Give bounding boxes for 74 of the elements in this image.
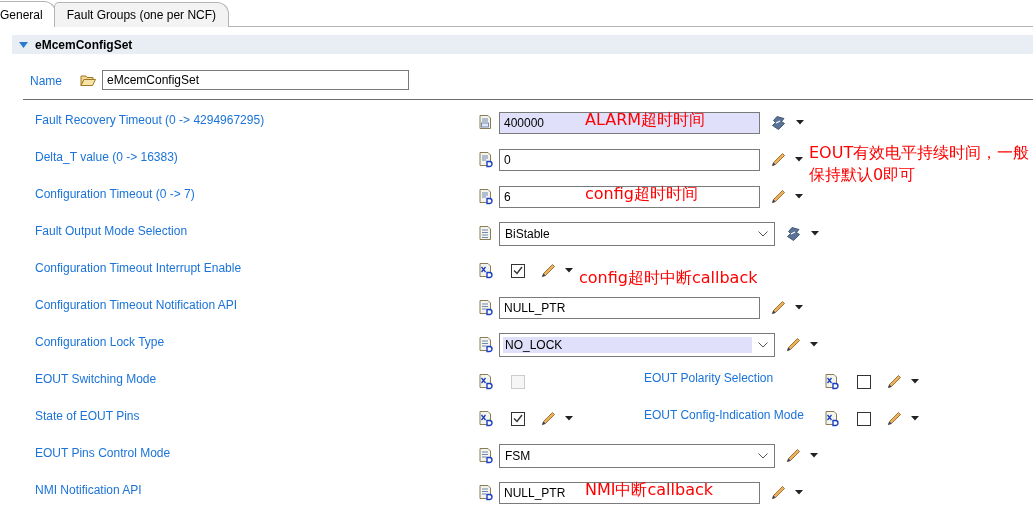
caret-icon[interactable] [911, 416, 919, 421]
parameter-type-icon [477, 262, 493, 279]
field-label: EOUT Switching Mode [35, 371, 158, 386]
parameter-type-icon [477, 299, 493, 316]
checkbox[interactable] [511, 263, 525, 278]
calculate-icon[interactable] [770, 114, 787, 131]
chevron-down-icon[interactable] [758, 452, 768, 459]
caret-icon[interactable] [795, 194, 803, 199]
field-label: NMI Notification API [35, 482, 143, 497]
pencil-icon[interactable] [886, 410, 902, 427]
caret-icon[interactable] [810, 342, 818, 347]
field-label: EOUT Pins Control Mode [35, 445, 172, 460]
field-label: Configuration Timeout Interrupt Enable [35, 260, 243, 275]
field-label: EOUT Polarity Selection [644, 370, 775, 385]
parameter-type-icon [477, 447, 493, 464]
field-label: Fault Output Mode Selection [35, 223, 189, 238]
checkbox[interactable] [857, 411, 871, 426]
parameter-type-icon [477, 373, 493, 390]
pencil-icon[interactable] [770, 484, 786, 501]
folder-icon [80, 73, 96, 87]
caret-icon[interactable] [565, 268, 573, 273]
expand-triangle-icon[interactable] [19, 41, 28, 48]
field-label: EOUT Config-Indication Mode [644, 407, 805, 422]
pencil-icon[interactable] [770, 151, 786, 168]
caret-icon[interactable] [911, 379, 919, 384]
caret-icon[interactable] [795, 157, 803, 162]
field-label: State of EOUT Pins [35, 408, 141, 423]
section-header[interactable]: eMcemConfigSet [12, 35, 1033, 54]
caret-icon[interactable] [810, 453, 818, 458]
parameter-type-icon [477, 410, 493, 427]
text-field[interactable]: 0 [499, 148, 760, 171]
annotation: ALARM超时时间 [585, 109, 706, 131]
pencil-icon[interactable] [785, 447, 801, 464]
tab[interactable]: Fault Groups (one per NCF) [53, 2, 230, 27]
parameter-type-icon [477, 225, 493, 242]
pencil-icon[interactable] [540, 410, 556, 427]
dropdown[interactable]: FSM [499, 443, 775, 468]
parameter-type-icon [823, 410, 839, 427]
parameter-type-icon [477, 114, 493, 131]
caret-icon[interactable] [565, 416, 573, 421]
caret-icon[interactable] [795, 490, 803, 495]
parameter-type-icon [477, 151, 493, 168]
parameter-type-icon [477, 484, 493, 501]
caret-icon[interactable] [795, 305, 803, 310]
caret-icon[interactable] [811, 231, 819, 236]
chevron-down-icon[interactable] [758, 341, 768, 348]
annotation: config超时时间 [585, 183, 698, 205]
pencil-icon[interactable] [886, 373, 902, 390]
field-label: Configuration Timeout Notification API [35, 297, 239, 312]
parameter-type-icon [477, 188, 493, 205]
section-title: eMcemConfigSet [35, 37, 133, 52]
chevron-down-icon[interactable] [758, 230, 768, 237]
parameter-type-icon [477, 336, 493, 353]
dropdown[interactable]: NO_LOCK [499, 332, 775, 357]
calculate-icon[interactable] [785, 225, 802, 242]
field-label: Delta_T value (0 -> 16383) [35, 149, 179, 164]
annotation: EOUT有效电平持续时间，一般保持默认0即可 [809, 141, 1031, 185]
caret-icon[interactable] [796, 120, 804, 125]
parameter-type-icon [823, 373, 839, 390]
dropdown[interactable]: BiStable [499, 221, 775, 246]
pencil-icon[interactable] [770, 188, 786, 205]
name-field[interactable]: eMcemConfigSet [102, 70, 409, 90]
checkbox[interactable] [511, 411, 525, 426]
text-field[interactable]: NULL_PTR [499, 296, 760, 319]
field-label: Configuration Timeout (0 -> 7) [35, 186, 196, 201]
pencil-icon[interactable] [540, 262, 556, 279]
annotation: config超时中断callback [579, 266, 759, 289]
field-label: Fault Recovery Timeout (0 -> 4294967295) [35, 112, 266, 127]
pencil-icon[interactable] [770, 299, 786, 316]
tab[interactable]: General [0, 1, 56, 27]
field-label: Name [30, 74, 63, 88]
pencil-icon[interactable] [785, 336, 801, 353]
field-label: Configuration Lock Type [35, 334, 166, 349]
annotation: NMI中断callback [585, 479, 713, 501]
